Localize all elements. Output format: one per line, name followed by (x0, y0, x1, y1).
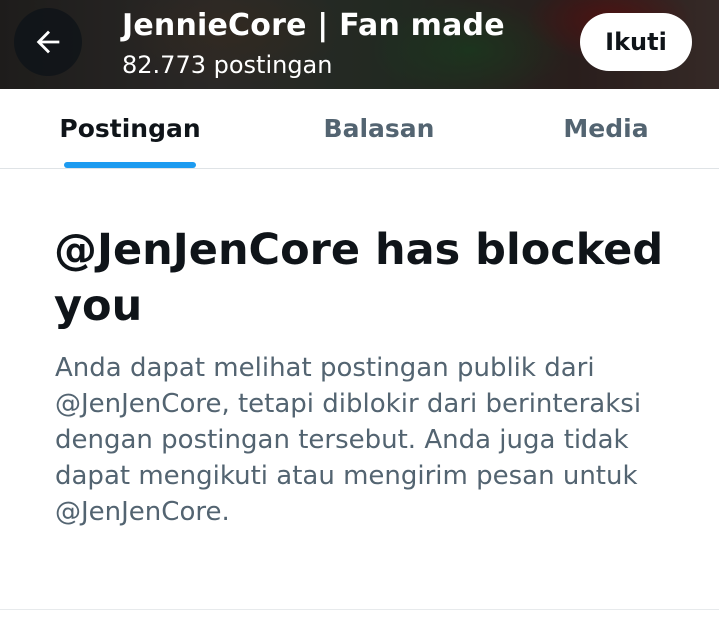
blocked-headline: @JenJenCore has blocked you (54, 225, 664, 331)
follow-button[interactable]: Ikuti (580, 13, 692, 71)
tab-media[interactable]: Media (556, 89, 656, 168)
post-count: 82.773 postingan (122, 51, 333, 79)
tab-postingan[interactable]: Postingan (59, 89, 200, 168)
profile-page: JennieCore | Fan made 82.773 postingan I… (0, 0, 719, 618)
back-button[interactable] (14, 8, 82, 76)
blocked-description: Anda dapat melihat postingan publik dari… (55, 353, 642, 527)
tab-balasan[interactable]: Balasan (310, 89, 448, 168)
profile-header-banner: JennieCore | Fan made 82.773 postingan I… (0, 0, 719, 89)
divider (0, 609, 719, 610)
active-tab-indicator (64, 162, 196, 168)
profile-name: JennieCore | Fan made (122, 8, 505, 43)
arrow-left-icon (36, 30, 60, 54)
profile-tabs: Postingan Balasan Media (0, 89, 719, 169)
